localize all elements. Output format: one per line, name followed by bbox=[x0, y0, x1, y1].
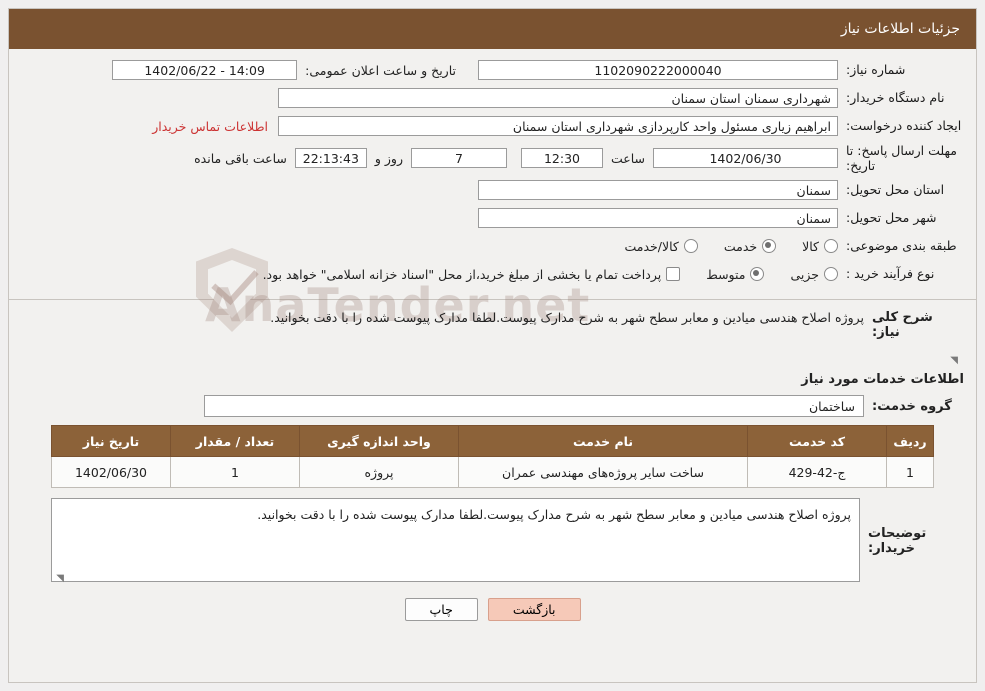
category-option-goods[interactable]: کالا bbox=[802, 239, 838, 254]
remaining-days-label: روز و bbox=[374, 150, 403, 166]
row-city: شهر محل تحویل: سمنان bbox=[21, 207, 964, 229]
category-option-goods-service[interactable]: کالا/خدمت bbox=[624, 238, 698, 254]
back-button[interactable]: بازگشت bbox=[487, 598, 581, 621]
cell-service-name: ساخت سایر پروژه‌های مهندسی عمران bbox=[458, 456, 748, 488]
row-process-type: نوع فرآیند خرید : جزیی متوسط پرداخت تمام… bbox=[21, 263, 964, 285]
general-description-label: شرح کلی نیاز: bbox=[872, 310, 933, 340]
process-type-label: نوع فرآیند خرید : bbox=[846, 265, 935, 281]
remaining-days-field: 7 bbox=[410, 148, 507, 168]
row-buyer-org: نام دستگاه خریدار: شهرداری سمنان استان س… bbox=[21, 87, 964, 109]
category-option-service[interactable]: خدمت bbox=[723, 238, 777, 254]
buyer-notes-text: پروژه اصلاح هندسی میادین و معابر سطح شهر… bbox=[257, 507, 851, 522]
process-checkbox-note[interactable]: پرداخت تمام یا بخشی از مبلغ خرید،از محل … bbox=[263, 267, 681, 282]
process-option-medium[interactable]: متوسط bbox=[706, 266, 765, 282]
radio-icon[interactable] bbox=[750, 267, 765, 281]
requester-field: ابراهیم زیاری مسئول واحد کارپردازی شهردا… bbox=[278, 116, 838, 136]
cell-quantity: 1 bbox=[170, 456, 300, 488]
th-need-date: تاریخ نیاز bbox=[51, 425, 171, 457]
category-option-goods-label: کالا bbox=[802, 238, 819, 254]
process-option-medium-label: متوسط bbox=[706, 266, 746, 282]
need-info-section: شماره نیاز: 1102090222000040 تاریخ و ساع… bbox=[9, 49, 976, 299]
deadline-hour-field: 12:30 bbox=[520, 148, 603, 168]
buyer-contact-link[interactable]: اطلاعات تماس خریدار bbox=[152, 119, 278, 134]
services-table-wrap: ردیف کد خدمت نام خدمت واحد اندازه گیری ت… bbox=[9, 425, 976, 488]
deadline-date-field: 1402/06/30 bbox=[653, 148, 838, 168]
resize-grip-icon[interactable]: ◥ bbox=[54, 571, 64, 584]
buyer-notes-label: توضیحات خریدار: bbox=[868, 526, 927, 556]
cell-need-date: 1402/06/30 bbox=[51, 456, 171, 488]
category-option-goods-service-label: کالا/خدمت bbox=[624, 238, 679, 254]
services-table: ردیف کد خدمت نام خدمت واحد اندازه گیری ت… bbox=[51, 425, 934, 488]
table-row: 1 ج-42-429 ساخت سایر پروژه‌های مهندسی عم… bbox=[51, 456, 934, 488]
radio-icon[interactable] bbox=[824, 267, 838, 281]
page-frame: جزئیات اطلاعات نیاز شماره نیاز: 11020902… bbox=[8, 8, 977, 683]
deadline-hour-label: ساعت bbox=[610, 150, 645, 166]
row-province: استان محل تحویل: سمنان bbox=[21, 179, 964, 201]
need-number-label: شماره نیاز: bbox=[846, 61, 906, 77]
footer-actions: بازگشت چاپ bbox=[9, 582, 976, 621]
buyer-notes-box: پروژه اصلاح هندسی میادین و معابر سطح شهر… bbox=[51, 498, 860, 584]
buyer-org-field: شهرداری سمنان استان سمنان bbox=[278, 88, 838, 108]
remaining-suffix-label: ساعت باقی مانده bbox=[194, 150, 287, 166]
deadline-label: مهلت ارسال پاسخ: تا تاریخ: bbox=[846, 143, 957, 173]
process-option-minor-label: جزیی bbox=[790, 266, 819, 282]
table-header-row: ردیف کد خدمت نام خدمت واحد اندازه گیری ت… bbox=[51, 425, 934, 457]
th-service-name: نام خدمت bbox=[458, 425, 748, 457]
process-option-minor[interactable]: جزیی bbox=[790, 267, 838, 282]
th-quantity: تعداد / مقدار bbox=[170, 425, 300, 457]
city-field: سمنان bbox=[478, 208, 838, 228]
announce-datetime-field: 14:09 - 1402/06/22 bbox=[112, 60, 298, 80]
province-field: سمنان bbox=[478, 180, 838, 200]
print-button[interactable]: چاپ bbox=[404, 598, 478, 621]
radio-icon[interactable] bbox=[762, 239, 777, 253]
service-group-label: گروه خدمت: bbox=[872, 398, 952, 414]
th-row-no: ردیف bbox=[886, 425, 934, 457]
th-unit: واحد اندازه گیری bbox=[299, 425, 459, 457]
row-deadline: مهلت ارسال پاسخ: تا تاریخ: 1402/06/30 سا… bbox=[21, 143, 964, 173]
row-category: طبقه بندی موضوعی: کالا خدمت کالا/خدمت bbox=[21, 235, 964, 257]
process-radio-group: جزیی متوسط پرداخت تمام یا بخشی از مبلغ خ… bbox=[237, 267, 838, 282]
service-group-field: ساختمان bbox=[204, 395, 864, 417]
announce-datetime-label: تاریخ و ساعت اعلان عمومی: bbox=[305, 62, 456, 78]
checkbox-icon[interactable] bbox=[666, 267, 681, 281]
radio-icon[interactable] bbox=[824, 239, 838, 253]
page-title: جزئیات اطلاعات نیاز bbox=[840, 21, 960, 37]
cell-unit: پروژه bbox=[299, 456, 459, 488]
page-header: جزئیات اطلاعات نیاز bbox=[9, 9, 976, 49]
process-note-label: پرداخت تمام یا بخشی از مبلغ خرید،از محل … bbox=[262, 266, 662, 282]
buyer-org-label: نام دستگاه خریدار: bbox=[846, 89, 945, 105]
cell-service-code: ج-42-429 bbox=[747, 456, 887, 488]
category-option-service-label: خدمت bbox=[723, 238, 758, 254]
resize-grip-icon: ◥ bbox=[950, 355, 958, 366]
remaining-time-field: 22:13:43 bbox=[294, 148, 367, 168]
province-label: استان محل تحویل: bbox=[846, 181, 945, 197]
th-service-code: کد خدمت bbox=[747, 425, 887, 457]
general-description-text: پروژه اصلاح هندسی میادین و معابر سطح شهر… bbox=[270, 310, 864, 325]
category-label: طبقه بندی موضوعی: bbox=[846, 237, 957, 253]
service-group-row: گروه خدمت: ساختمان bbox=[9, 393, 976, 425]
row-need-number: شماره نیاز: 1102090222000040 تاریخ و ساع… bbox=[21, 59, 964, 81]
services-heading: اطلاعات خدمات مورد نیاز bbox=[801, 372, 964, 387]
buyer-notes-row: توضیحات خریدار: پروژه اصلاح هندسی میادین… bbox=[9, 488, 976, 584]
need-number-field: 1102090222000040 bbox=[478, 60, 838, 80]
general-description-row: شرح کلی نیاز: پروژه اصلاح هندسی میادین و… bbox=[9, 300, 976, 352]
category-radio-group: کالا خدمت کالا/خدمت bbox=[598, 239, 838, 254]
cell-row-no: 1 bbox=[886, 456, 934, 488]
city-label: شهر محل تحویل: bbox=[846, 209, 937, 225]
requester-label: ایجاد کننده درخواست: bbox=[846, 117, 962, 133]
radio-icon[interactable] bbox=[683, 239, 698, 253]
row-requester: ایجاد کننده درخواست: ابراهیم زیاری مسئول… bbox=[21, 115, 964, 137]
